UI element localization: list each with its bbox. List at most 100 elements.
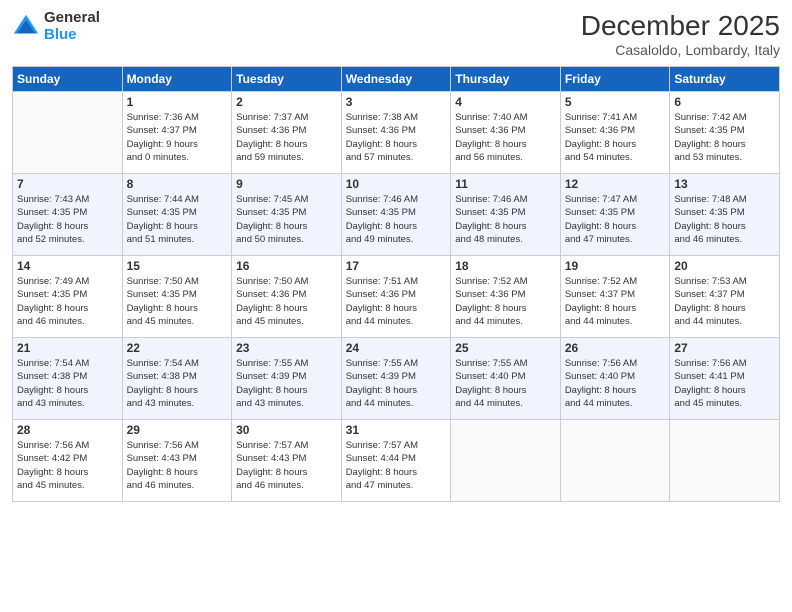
calendar-cell: 7 Sunrise: 7:43 AMSunset: 4:35 PMDaylight… [13,174,123,256]
week-row-4: 28 Sunrise: 7:56 AMSunset: 4:42 PMDayligh… [13,420,780,502]
day-number: 27 [674,341,775,355]
header-day-thursday: Thursday [451,67,561,92]
calendar-cell: 24 Sunrise: 7:55 AMSunset: 4:39 PMDayligh… [341,338,451,420]
day-number: 17 [346,259,447,273]
day-info: Sunrise: 7:38 AMSunset: 4:36 PMDaylight:… [346,111,447,164]
day-number: 23 [236,341,337,355]
day-info: Sunrise: 7:46 AMSunset: 4:35 PMDaylight:… [455,193,556,246]
header-row: SundayMondayTuesdayWednesdayThursdayFrid… [13,67,780,92]
day-number: 1 [127,95,228,109]
calendar-cell: 18Sunrise: 7:52 AMSunset: 4:36 PMDayligh… [451,256,561,338]
day-number: 7 [17,177,118,191]
day-number: 24 [346,341,447,355]
logo: General Blue [12,10,100,43]
day-info: Sunrise: 7:43 AMSunset: 4:35 PMDaylight:… [17,193,118,246]
calendar-cell: 15Sunrise: 7:50 AMSunset: 4:35 PMDayligh… [122,256,232,338]
logo-general: General [44,10,100,27]
calendar-body: 1 Sunrise: 7:36 AMSunset: 4:37 PMDaylight… [13,92,780,502]
calendar-cell: 9Sunrise: 7:45 AMSunset: 4:35 PMDaylight… [232,174,342,256]
calendar-cell: 14 Sunrise: 7:49 AMSunset: 4:35 PMDayligh… [13,256,123,338]
calendar-cell: 21 Sunrise: 7:54 AMSunset: 4:38 PMDayligh… [13,338,123,420]
day-info: Sunrise: 7:47 AMSunset: 4:35 PMDaylight:… [565,193,666,246]
day-number: 14 [17,259,118,273]
day-number: 5 [565,95,666,109]
calendar-cell: 12 Sunrise: 7:47 AMSunset: 4:35 PMDayligh… [560,174,670,256]
day-number: 3 [346,95,447,109]
calendar-cell: 27 Sunrise: 7:56 AMSunset: 4:41 PMDayligh… [670,338,780,420]
calendar-cell: 19Sunrise: 7:52 AMSunset: 4:37 PMDayligh… [560,256,670,338]
day-info: Sunrise: 7:55 AMSunset: 4:39 PMDaylight:… [346,357,447,410]
calendar-cell [560,420,670,502]
calendar-cell: 11 Sunrise: 7:46 AMSunset: 4:35 PMDayligh… [451,174,561,256]
day-number: 8 [127,177,228,191]
calendar-cell: 8Sunrise: 7:44 AMSunset: 4:35 PMDaylight… [122,174,232,256]
day-number: 30 [236,423,337,437]
calendar-cell: 5 Sunrise: 7:41 AMSunset: 4:36 PMDaylight… [560,92,670,174]
day-number: 10 [346,177,447,191]
day-number: 26 [565,341,666,355]
header-day-wednesday: Wednesday [341,67,451,92]
day-info: Sunrise: 7:37 AMSunset: 4:36 PMDaylight:… [236,111,337,164]
day-info: Sunrise: 7:49 AMSunset: 4:35 PMDaylight:… [17,275,118,328]
calendar-cell: 26 Sunrise: 7:56 AMSunset: 4:40 PMDayligh… [560,338,670,420]
calendar-cell: 1 Sunrise: 7:36 AMSunset: 4:37 PMDaylight… [122,92,232,174]
calendar-cell: 25 Sunrise: 7:55 AMSunset: 4:40 PMDayligh… [451,338,561,420]
day-info: Sunrise: 7:46 AMSunset: 4:35 PMDaylight:… [346,193,447,246]
logo-icon [12,13,40,41]
header-day-tuesday: Tuesday [232,67,342,92]
calendar: SundayMondayTuesdayWednesdayThursdayFrid… [12,66,780,502]
day-info: Sunrise: 7:45 AMSunset: 4:35 PMDaylight:… [236,193,337,246]
calendar-cell: 6 Sunrise: 7:42 AMSunset: 4:35 PMDaylight… [670,92,780,174]
day-info: Sunrise: 7:56 AMSunset: 4:42 PMDaylight:… [17,439,118,492]
day-number: 11 [455,177,556,191]
logo-blue: Blue [44,27,100,44]
day-number: 20 [674,259,775,273]
day-info: Sunrise: 7:56 AMSunset: 4:41 PMDaylight:… [674,357,775,410]
day-number: 2 [236,95,337,109]
day-number: 6 [674,95,775,109]
day-info: Sunrise: 7:42 AMSunset: 4:35 PMDaylight:… [674,111,775,164]
day-number: 13 [674,177,775,191]
day-info: Sunrise: 7:36 AMSunset: 4:37 PMDaylight:… [127,111,228,164]
day-number: 22 [127,341,228,355]
calendar-cell: 30Sunrise: 7:57 AMSunset: 4:43 PMDayligh… [232,420,342,502]
day-info: Sunrise: 7:50 AMSunset: 4:35 PMDaylight:… [127,275,228,328]
day-info: Sunrise: 7:52 AMSunset: 4:36 PMDaylight:… [455,275,556,328]
calendar-cell [13,92,123,174]
day-info: Sunrise: 7:50 AMSunset: 4:36 PMDaylight:… [236,275,337,328]
day-info: Sunrise: 7:48 AMSunset: 4:35 PMDaylight:… [674,193,775,246]
header-day-friday: Friday [560,67,670,92]
header-day-saturday: Saturday [670,67,780,92]
calendar-cell [451,420,561,502]
day-info: Sunrise: 7:56 AMSunset: 4:40 PMDaylight:… [565,357,666,410]
title-block: December 2025 Casaloldo, Lombardy, Italy [581,10,780,58]
day-info: Sunrise: 7:54 AMSunset: 4:38 PMDaylight:… [127,357,228,410]
day-info: Sunrise: 7:56 AMSunset: 4:43 PMDaylight:… [127,439,228,492]
header: General Blue December 2025 Casaloldo, Lo… [12,10,780,58]
day-info: Sunrise: 7:52 AMSunset: 4:37 PMDaylight:… [565,275,666,328]
day-info: Sunrise: 7:54 AMSunset: 4:38 PMDaylight:… [17,357,118,410]
day-info: Sunrise: 7:55 AMSunset: 4:39 PMDaylight:… [236,357,337,410]
header-day-sunday: Sunday [13,67,123,92]
day-number: 28 [17,423,118,437]
day-info: Sunrise: 7:41 AMSunset: 4:36 PMDaylight:… [565,111,666,164]
page-container: General Blue December 2025 Casaloldo, Lo… [0,0,792,612]
calendar-cell: 23 Sunrise: 7:55 AMSunset: 4:39 PMDayligh… [232,338,342,420]
calendar-cell: 13 Sunrise: 7:48 AMSunset: 4:35 PMDayligh… [670,174,780,256]
day-info: Sunrise: 7:55 AMSunset: 4:40 PMDaylight:… [455,357,556,410]
day-number: 21 [17,341,118,355]
logo-text: General Blue [44,10,100,43]
week-row-3: 21 Sunrise: 7:54 AMSunset: 4:38 PMDayligh… [13,338,780,420]
day-number: 12 [565,177,666,191]
calendar-cell: 10 Sunrise: 7:46 AMSunset: 4:35 PMDayligh… [341,174,451,256]
day-info: Sunrise: 7:40 AMSunset: 4:36 PMDaylight:… [455,111,556,164]
day-info: Sunrise: 7:57 AMSunset: 4:44 PMDaylight:… [346,439,447,492]
calendar-cell: 22 Sunrise: 7:54 AMSunset: 4:38 PMDayligh… [122,338,232,420]
calendar-cell: 4 Sunrise: 7:40 AMSunset: 4:36 PMDaylight… [451,92,561,174]
calendar-cell: 16Sunrise: 7:50 AMSunset: 4:36 PMDayligh… [232,256,342,338]
day-number: 4 [455,95,556,109]
day-info: Sunrise: 7:53 AMSunset: 4:37 PMDaylight:… [674,275,775,328]
header-day-monday: Monday [122,67,232,92]
calendar-cell: 28 Sunrise: 7:56 AMSunset: 4:42 PMDayligh… [13,420,123,502]
day-number: 25 [455,341,556,355]
